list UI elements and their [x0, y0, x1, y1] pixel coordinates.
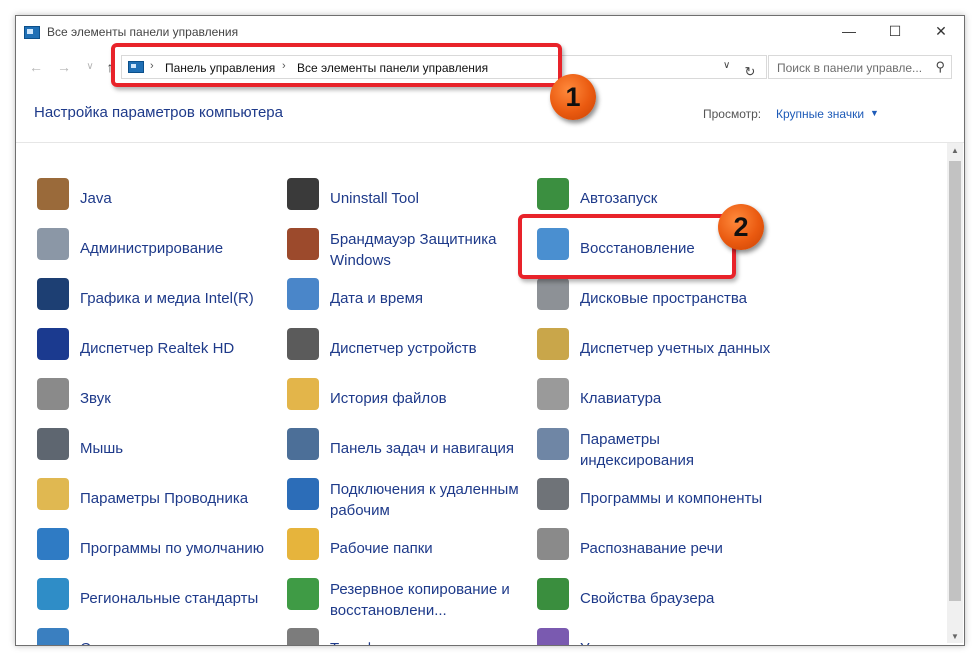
control-panel-item[interactable]: История файлов [287, 375, 527, 419]
item-label[interactable]: Региональные стандарты [80, 588, 275, 609]
explorer-options-icon [37, 478, 69, 510]
scroll-down-icon[interactable]: ▼ [947, 632, 963, 641]
item-label[interactable]: Система [80, 638, 275, 645]
control-panel-item[interactable]: Управление цветом [537, 625, 777, 645]
programs-features-icon [537, 478, 569, 510]
item-label[interactable]: Программы и компоненты [580, 488, 775, 509]
step-badge-2: 2 [718, 204, 764, 250]
control-panel-item[interactable]: Система [37, 625, 277, 645]
indexing-icon [537, 428, 569, 460]
item-label[interactable]: Рабочие папки [330, 538, 525, 559]
control-panel-window: Все элементы панели управления — ☐ ✕ ← →… [15, 15, 965, 646]
control-panel-item[interactable]: Программы по умолчанию [37, 525, 277, 569]
file-history-icon [287, 378, 319, 410]
control-panel-item[interactable]: Клавиатура [537, 375, 777, 419]
control-panel-item[interactable]: Дата и время [287, 275, 527, 319]
admin-tools-icon [37, 228, 69, 260]
item-label[interactable]: Дисковые пространства [580, 288, 775, 309]
control-panel-item[interactable]: Диспетчер учетных данных [537, 325, 777, 369]
control-panel-item[interactable]: Программы и компоненты [537, 475, 777, 519]
item-label[interactable]: Телефон и модем [330, 638, 525, 645]
item-label[interactable]: Диспетчер устройств [330, 338, 525, 359]
credential-safe-icon [537, 328, 569, 360]
speaker-icon [37, 378, 69, 410]
control-panel-item[interactable]: Региональные стандарты [37, 575, 277, 619]
default-programs-icon [37, 528, 69, 560]
autoplay-icon [537, 178, 569, 210]
control-panel-item[interactable]: Звук [37, 375, 277, 419]
item-label[interactable]: Свойства браузера [580, 588, 775, 609]
scroll-thumb[interactable] [949, 161, 961, 601]
device-manager-icon [287, 328, 319, 360]
control-panel-item[interactable]: Диспетчер устройств [287, 325, 527, 369]
control-panel-item[interactable]: Брандмауэр Защитника Windows [287, 225, 527, 269]
backup-icon [287, 578, 319, 610]
recovery-icon [537, 228, 569, 260]
step-badge-1: 1 [550, 74, 596, 120]
item-label[interactable]: История файлов [330, 388, 525, 409]
item-label[interactable]: Клавиатура [580, 388, 775, 409]
control-panel-item[interactable]: Распознавание речи [537, 525, 777, 569]
java-cup-icon [37, 178, 69, 210]
control-panel-item[interactable]: Рабочие папки [287, 525, 527, 569]
microphone-icon [537, 528, 569, 560]
item-label[interactable]: Диспетчер Realtek HD [80, 338, 275, 359]
control-panel-item[interactable]: Параметры индексирования [537, 425, 777, 469]
control-panel-item[interactable]: Параметры Проводника [37, 475, 277, 519]
system-icon [37, 628, 69, 645]
item-label[interactable]: Диспетчер учетных данных [580, 338, 775, 359]
control-panel-items: Java Администрирование Графика и медиа Int… [16, 16, 946, 645]
item-label[interactable]: Параметры индексирования [580, 429, 775, 471]
item-label[interactable]: Java [80, 188, 275, 209]
control-panel-item[interactable]: Подключения к удаленным рабочим [287, 475, 527, 519]
control-panel-item[interactable]: Дисковые пространства [537, 275, 777, 319]
item-label[interactable]: Параметры Проводника [80, 488, 275, 509]
work-folders-icon [287, 528, 319, 560]
keyboard-icon [537, 378, 569, 410]
item-label[interactable]: Звук [80, 388, 275, 409]
item-label[interactable]: Мышь [80, 438, 275, 459]
item-label[interactable]: Брандмауэр Защитника Windows [330, 229, 525, 271]
phone-modem-icon [287, 628, 319, 645]
item-label[interactable]: Графика и медиа Intel(R) [80, 288, 275, 309]
control-panel-item[interactable]: Диспетчер Realtek HD [37, 325, 277, 369]
color-management-icon [537, 628, 569, 645]
intel-graphics-icon [37, 278, 69, 310]
item-label[interactable]: Администрирование [80, 238, 275, 259]
storage-spaces-icon [537, 278, 569, 310]
uninstall-tool-icon [287, 178, 319, 210]
item-label[interactable]: Панель задач и навигация [330, 438, 525, 459]
control-panel-item[interactable]: Панель задач и навигация [287, 425, 527, 469]
item-label[interactable]: Подключения к удаленным рабочим [330, 479, 525, 521]
control-panel-item[interactable]: Резервное копирование и восстановлени... [287, 575, 527, 619]
control-panel-item[interactable]: Телефон и модем [287, 625, 527, 645]
control-panel-item[interactable]: Администрирование [37, 225, 277, 269]
item-label[interactable]: Управление цветом [580, 638, 775, 645]
control-panel-item[interactable]: Свойства браузера [537, 575, 777, 619]
mouse-icon [37, 428, 69, 460]
firewall-icon [287, 228, 319, 260]
control-panel-item[interactable]: Графика и медиа Intel(R) [37, 275, 277, 319]
browser-globe-icon [537, 578, 569, 610]
item-label[interactable]: Распознавание речи [580, 538, 775, 559]
calendar-clock-icon [287, 278, 319, 310]
item-label[interactable]: Uninstall Tool [330, 188, 525, 209]
scroll-up-icon[interactable]: ▲ [947, 146, 963, 155]
region-clock-icon [37, 578, 69, 610]
realtek-audio-icon [37, 328, 69, 360]
remote-desktop-icon [287, 478, 319, 510]
vertical-scrollbar[interactable]: ▲ ▼ [947, 143, 963, 643]
item-label[interactable]: Резервное копирование и восстановлени... [330, 579, 525, 621]
control-panel-item[interactable]: Java [37, 175, 277, 219]
item-label[interactable]: Дата и время [330, 288, 525, 309]
taskbar-icon [287, 428, 319, 460]
control-panel-item[interactable]: Мышь [37, 425, 277, 469]
control-panel-item[interactable]: Uninstall Tool [287, 175, 527, 219]
item-label[interactable]: Программы по умолчанию [80, 538, 275, 559]
